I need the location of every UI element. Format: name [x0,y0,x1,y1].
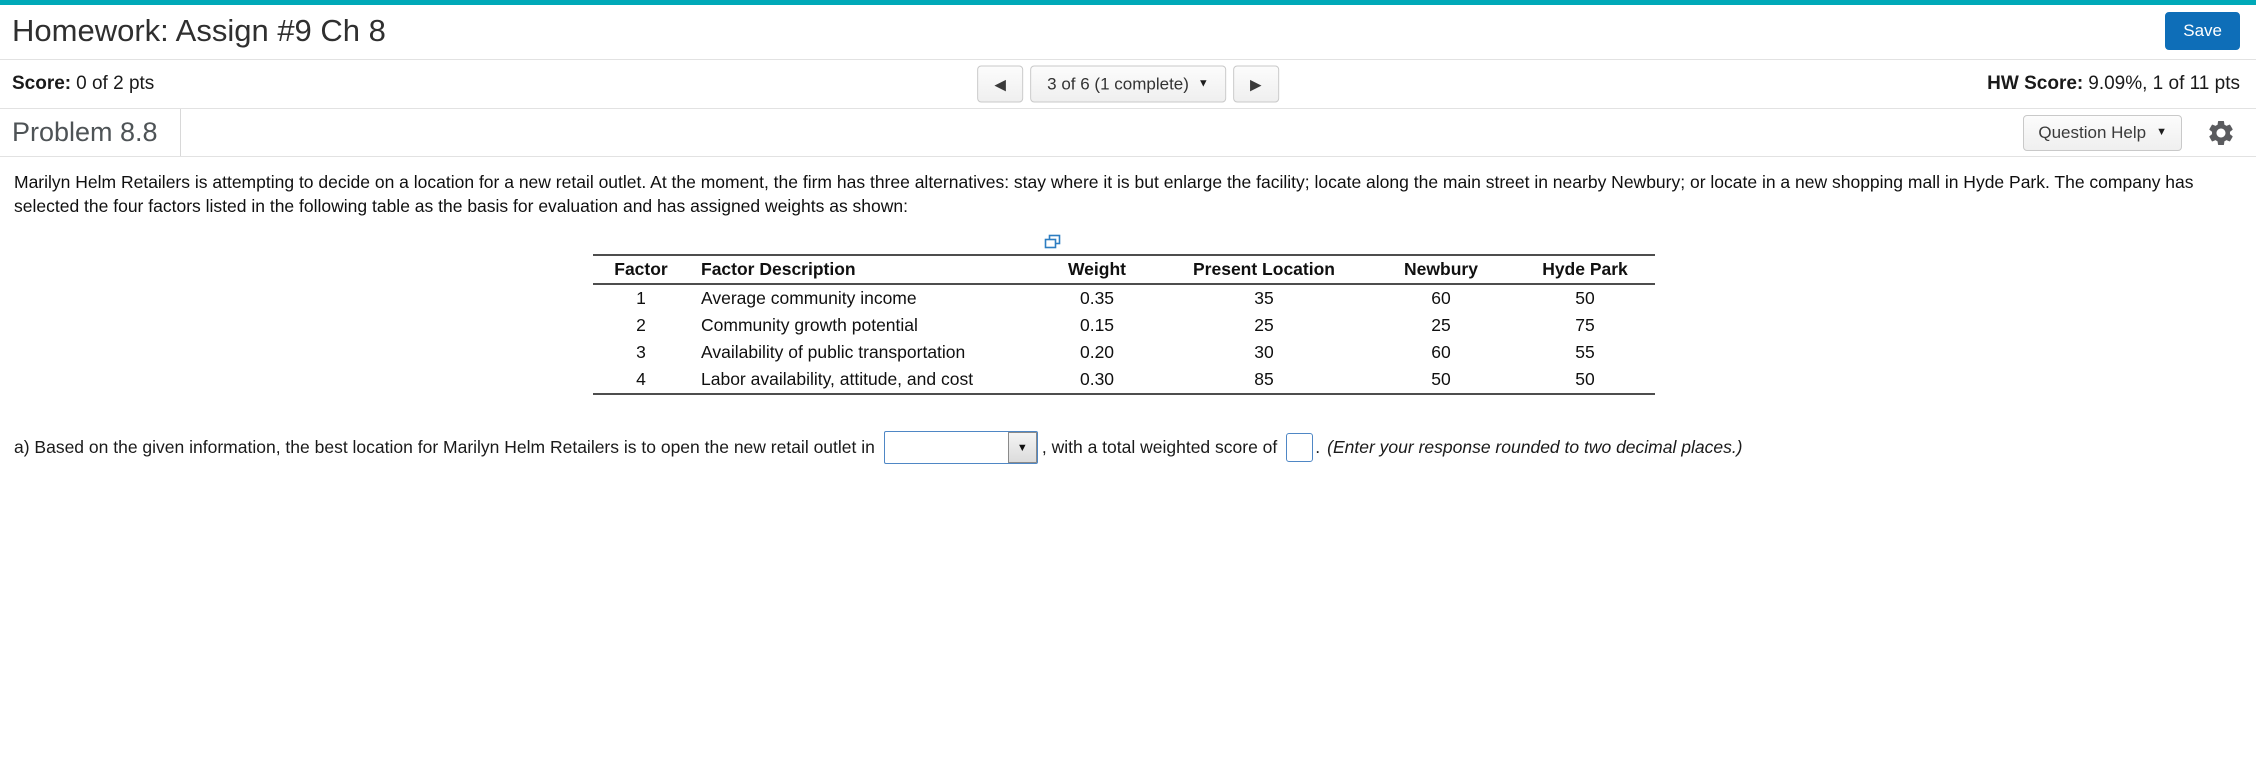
chevron-down-icon: ▼ [1197,77,1209,90]
problem-statement: Marilyn Helm Retailers is attempting to … [14,172,2194,216]
table-tools [632,234,1617,251]
table-cell: 35 [1254,288,1274,309]
question-hint: (Enter your response rounded to two deci… [1327,437,1743,458]
table-cell: 0.35 [1079,288,1115,309]
table-cell: 1 [636,288,646,309]
table-header-present-location: Present Location [1161,255,1367,286]
question-text-prefix: a) Based on the given information, the b… [14,437,875,458]
problem-actions: Question Help ▼ [2023,114,2256,151]
table-cell: Labor availability, attitude, and cost [701,369,974,390]
problem-header: Problem 8.8 Question Help ▼ [0,109,2256,157]
copy-table-icon[interactable] [1044,234,1061,251]
table-header-newbury: Newbury [1367,255,1515,286]
score-bar: Score: 0 of 2 pts ◀ 3 of 6 (1 complete) ▼… [0,60,2256,109]
previous-question-button[interactable]: ◀ [977,65,1024,103]
table-cell: 60 [1431,288,1451,309]
table-header-factor: Factor [593,255,689,286]
table-row: 1 Average community income 0.35 35 60 50 [593,284,1655,312]
pagination-label: 3 of 6 (1 complete) [1047,74,1189,93]
table-cell: 25 [1254,315,1274,336]
next-question-button[interactable]: ▶ [1232,65,1279,103]
table-cell: Availability of public transportation [701,342,966,363]
table-cell: 60 [1431,342,1451,363]
table-cell: 0.20 [1079,342,1115,363]
question-pagination: ◀ 3 of 6 (1 complete) ▼ ▶ [977,65,1279,103]
table-row: 2 Community growth potential 0.15 25 25 … [593,312,1655,339]
question-a: a) Based on the given information, the b… [14,431,2234,465]
table-cell: 3 [636,342,646,363]
question-text-period: . [1315,437,1321,458]
question-text-middle: , with a total weighted score of [1041,437,1278,458]
table-cell: Average community income [701,288,917,309]
table-cell: 30 [1254,342,1274,363]
question-list-dropdown-button[interactable]: 3 of 6 (1 complete) ▼ [1030,65,1226,103]
table-header-description: Factor Description [689,255,1033,286]
table-cell: 0.30 [1079,369,1115,390]
weighted-score-input[interactable] [1286,433,1314,463]
save-button[interactable]: Save [2165,12,2240,50]
table-cell: 2 [636,315,646,336]
question-help-label: Question Help [2038,122,2147,142]
chevron-down-icon: ▼ [2156,126,2167,138]
problem-title: Problem 8.8 [0,109,181,156]
table-cell: 25 [1431,315,1451,336]
score-display: Score: 0 of 2 pts [12,73,154,95]
problem-content: Marilyn Helm Retailers is attempting to … [0,157,2256,465]
score-label: Score: [12,73,72,94]
table-cell: 50 [1575,369,1595,390]
previous-icon: ◀ [994,76,1006,93]
table-header-hyde-park: Hyde Park [1515,255,1655,286]
table-cell: 0.15 [1079,315,1115,336]
table-cell: 50 [1575,288,1595,309]
table-header-weight: Weight [1033,255,1161,286]
hw-score-display: HW Score: 9.09%, 1 of 11 pts [1987,73,2240,95]
settings-gear-icon[interactable] [2206,118,2236,148]
factors-table-section: Factor Factor Description Weight Present… [14,234,2234,396]
location-select[interactable]: ▼ [883,431,1038,465]
table-row: 3 Availability of public transportation … [593,339,1655,366]
table-cell: 50 [1431,369,1451,390]
table-header-row: Factor Factor Description Weight Present… [593,255,1655,286]
question-help-button[interactable]: Question Help ▼ [2023,114,2182,151]
factors-table: Factor Factor Description Weight Present… [593,254,1655,396]
table-cell: 75 [1575,315,1595,336]
score-value: 0 of 2 pts [76,73,155,94]
table-cell: 85 [1254,369,1274,390]
title-bar: Homework: Assign #9 Ch 8 Save [0,5,2256,60]
next-icon: ▶ [1250,76,1262,93]
page-title: Homework: Assign #9 Ch 8 [12,13,386,48]
table-cell: 55 [1575,342,1595,363]
location-select-value [885,432,1008,463]
hw-score-value: 9.09%, 1 of 11 pts [2088,73,2240,94]
table-cell: Community growth potential [701,315,918,336]
table-cell: 4 [636,369,646,390]
hw-score-label: HW Score: [1987,73,2084,94]
table-row: 4 Labor availability, attitude, and cost… [593,366,1655,394]
select-dropdown-icon: ▼ [1007,432,1037,464]
